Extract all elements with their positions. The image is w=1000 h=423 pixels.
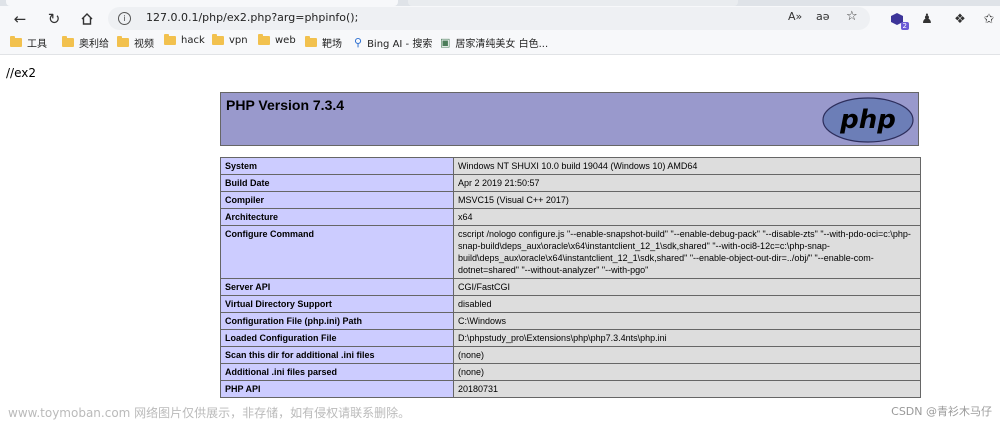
table-row: Server API CGI/FastCGI	[220, 278, 921, 296]
site-watermark: www.toymoban.com 网络图片仅供展示，非存储，如有侵权请联系删除。	[8, 406, 411, 420]
bookmark-bing-ai[interactable]: ⚲ Bing AI - 搜索	[354, 35, 432, 50]
php-logo[interactable]: php	[822, 97, 914, 143]
info-key: Additional .ini files parsed	[220, 363, 454, 381]
table-row: Build Date Apr 2 2019 21:50:57	[220, 174, 921, 192]
info-value: Apr 2 2019 21:50:57	[453, 174, 921, 192]
info-value: Windows NT SHUXI 10.0 build 19044 (Windo…	[453, 157, 921, 175]
info-value: CGI/FastCGI	[453, 278, 921, 296]
info-key: Build Date	[220, 174, 454, 192]
info-key: System	[220, 157, 454, 175]
info-key: Server API	[220, 278, 454, 296]
favorite-star-icon[interactable]: ☆	[846, 9, 858, 24]
info-value: C:\Windows	[453, 312, 921, 330]
info-key: Configuration File (php.ini) Path	[220, 312, 454, 330]
favorites-icon: ✩	[983, 11, 995, 27]
php-version-title: PHP Version 7.3.4	[226, 97, 345, 113]
folder-icon	[212, 34, 224, 45]
profile-extension-button[interactable]: ♟	[918, 10, 936, 28]
bookmark-folder[interactable]: 奥利给	[62, 35, 109, 50]
bookmark-folder[interactable]: vpn	[212, 34, 248, 46]
php-logo-text: php	[839, 105, 896, 135]
info-value: x64	[453, 208, 921, 226]
folder-icon	[10, 36, 22, 47]
table-row: Configuration File (php.ini) Path C:\Wind…	[220, 312, 921, 330]
php-version-header: PHP Version 7.3.4 php	[220, 92, 919, 146]
info-key: PHP API	[220, 380, 454, 398]
bookmark-label: Bing AI - 搜索	[367, 39, 433, 50]
page-echo-text: //ex2	[6, 66, 36, 80]
table-row: Loaded Configuration File D:\phpstudy_pro…	[220, 329, 921, 347]
folder-icon	[117, 36, 129, 47]
puzzle-icon: ❖	[954, 11, 966, 27]
info-value: disabled	[453, 295, 921, 313]
csdn-watermark: CSDN @青衫木马仔	[891, 405, 992, 418]
reload-button[interactable]: ↻	[42, 8, 66, 30]
info-value: 20180731	[453, 380, 921, 398]
image-icon: ▣	[440, 36, 451, 49]
php-info-table: System Windows NT SHUXI 10.0 build 19044 …	[220, 157, 921, 398]
bookmark-label: vpn	[229, 35, 248, 46]
folder-icon	[164, 34, 176, 45]
browser-toolbar: ← ↻ i 127.0.0.1/php/ex2.php?arg=phpinfo(…	[0, 6, 1000, 32]
bookmark-folder[interactable]: 靶场	[305, 35, 342, 50]
collections-button[interactable]: ❖	[951, 10, 969, 28]
arrow-left-icon: ←	[13, 10, 27, 28]
table-row: Compiler MSVC15 (Visual C++ 2017)	[220, 191, 921, 209]
bookmark-label: 靶场	[322, 39, 342, 50]
bookmark-label: 工具	[27, 39, 47, 50]
home-icon	[81, 13, 93, 25]
bookmark-folder[interactable]: web	[258, 34, 296, 46]
site-info-icon[interactable]: i	[118, 12, 131, 25]
bookmark-folder[interactable]: 工具	[10, 35, 47, 50]
read-aloud-icon[interactable]: A»	[788, 10, 802, 23]
table-row: Scan this dir for additional .ini files(…	[220, 346, 921, 364]
info-value: (none)	[453, 363, 921, 381]
info-value: cscript /nologo configure.js "--enable-s…	[453, 225, 921, 279]
folder-icon	[62, 36, 74, 47]
favorites-button[interactable]: ✩	[980, 10, 998, 28]
bookmark-label: web	[275, 35, 296, 46]
extension-badge: 2	[900, 22, 909, 30]
info-key: Loaded Configuration File	[220, 329, 454, 347]
bookmark-folder[interactable]: 视频	[117, 35, 154, 50]
info-key: Configure Command	[220, 225, 454, 279]
address-url[interactable]: 127.0.0.1/php/ex2.php?arg=phpinfo();	[146, 11, 358, 24]
extension-button[interactable]: 2	[888, 10, 909, 30]
info-value: MSVC15 (Visual C++ 2017)	[453, 191, 921, 209]
bookmark-label: 奥利给	[79, 39, 109, 50]
reload-icon: ↻	[47, 10, 61, 28]
table-row: Configure Command cscript /nologo configu…	[220, 225, 921, 279]
table-row: Additional .ini files parsed (none)	[220, 363, 921, 381]
folder-icon	[258, 34, 270, 45]
bookmark-link[interactable]: ▣ 居家清纯美女 白色...	[440, 35, 548, 50]
address-bar[interactable]: i 127.0.0.1/php/ex2.php?arg=phpinfo(); A…	[108, 7, 870, 30]
info-key: Scan this dir for additional .ini files	[220, 346, 454, 364]
folder-icon	[305, 36, 317, 47]
table-row: PHP API 20180731	[220, 380, 921, 398]
bookmarks-bar: 工具 奥利给 视频 hack vpn web 靶场 ⚲ Bing AI - 搜索 …	[0, 32, 1000, 55]
bookmark-label: hack	[181, 35, 205, 46]
back-button[interactable]: ←	[8, 8, 32, 30]
table-row: Architecture x64	[220, 208, 921, 226]
bookmark-label: 视频	[134, 39, 154, 50]
translate-icon[interactable]: aə	[816, 10, 830, 23]
bookmark-folder[interactable]: hack	[164, 34, 205, 46]
table-row: Virtual Directory Support disabled	[220, 295, 921, 313]
info-key: Compiler	[220, 191, 454, 209]
info-key: Virtual Directory Support	[220, 295, 454, 313]
search-icon: ⚲	[354, 36, 363, 49]
agent-icon: ♟	[921, 11, 933, 27]
bookmark-label: 居家清纯美女 白色...	[455, 39, 549, 50]
info-value: D:\phpstudy_pro\Extensions\php\php7.3.4n…	[453, 329, 921, 347]
home-button[interactable]	[75, 8, 99, 30]
table-row: System Windows NT SHUXI 10.0 build 19044 …	[220, 157, 921, 175]
info-key: Architecture	[220, 208, 454, 226]
info-value: (none)	[453, 346, 921, 364]
